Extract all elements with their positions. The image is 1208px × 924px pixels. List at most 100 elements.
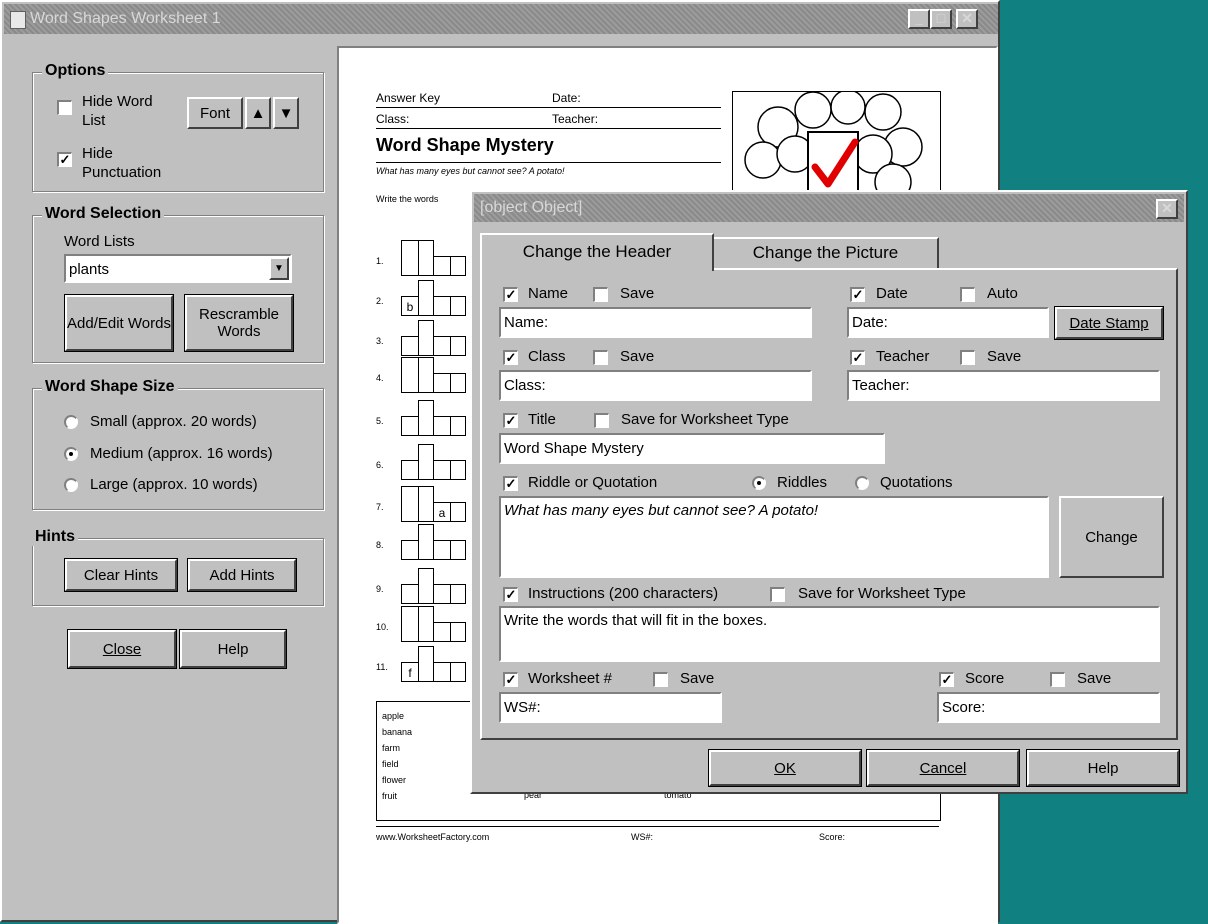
ws-letter-box — [401, 584, 419, 604]
instructions-checkbox[interactable]: ✓ — [503, 587, 518, 602]
hints-legend: Hints — [32, 528, 78, 546]
size-large-radio[interactable] — [64, 478, 78, 492]
size-large-label[interactable]: Large (approx. 10 words) — [90, 476, 258, 494]
teacher-save-label[interactable]: Save — [987, 348, 1021, 366]
ws-letter-box — [433, 296, 451, 316]
title-checkbox[interactable]: ✓ — [503, 413, 518, 428]
date-checkbox[interactable]: ✓ — [850, 287, 865, 302]
score-label[interactable]: Score — [965, 670, 1004, 688]
close-button[interactable]: Close — [67, 629, 177, 669]
cancel-button[interactable]: Cancel — [866, 749, 1020, 787]
add-hints-button[interactable]: Add Hints — [187, 558, 297, 592]
word-lists-label: Word Lists — [64, 233, 135, 250]
name-save-label[interactable]: Save — [620, 285, 654, 303]
riddle-label[interactable]: Riddle or Quotation — [528, 474, 657, 492]
date-label[interactable]: Date — [876, 285, 908, 303]
teacher-field[interactable]: Teacher: — [847, 370, 1160, 401]
score-save-checkbox[interactable] — [1050, 672, 1065, 687]
word-list-select[interactable]: plants ▼ — [64, 254, 292, 283]
score-checkbox[interactable]: ✓ — [939, 672, 954, 687]
worksheet-num-field[interactable]: WS#: — [499, 692, 722, 723]
class-checkbox[interactable]: ✓ — [503, 350, 518, 365]
instructions-save-checkbox[interactable] — [770, 587, 785, 602]
ws-row-number: 1. — [376, 256, 384, 266]
dialog-help-button[interactable]: Help — [1026, 749, 1180, 787]
ws-letter-box — [418, 568, 434, 604]
class-field[interactable]: Class: — [499, 370, 812, 401]
ws-letter-box — [418, 240, 434, 276]
worksheet-num-label[interactable]: Worksheet # — [528, 670, 612, 688]
size-medium-radio[interactable] — [64, 447, 78, 461]
tab-change-picture[interactable]: Change the Picture — [714, 237, 939, 268]
date-stamp-button[interactable]: Date Stamp — [1054, 306, 1164, 340]
instructions-save-label[interactable]: Save for Worksheet Type — [798, 585, 966, 603]
font-button[interactable]: Font — [187, 97, 243, 129]
chevron-down-icon[interactable]: ▼ — [269, 257, 289, 280]
size-small-radio[interactable] — [64, 415, 78, 429]
name-label[interactable]: Name — [528, 285, 568, 303]
maximize-button[interactable]: □ — [930, 9, 952, 29]
class-save-checkbox[interactable] — [593, 350, 608, 365]
ws-line — [376, 128, 721, 129]
title-save-checkbox[interactable] — [594, 413, 609, 428]
ws-row-number: 6. — [376, 460, 384, 470]
close-window-button[interactable]: ✕ — [956, 9, 978, 29]
hide-word-list-label[interactable]: Hide Word List — [82, 92, 172, 130]
date-auto-checkbox[interactable] — [960, 287, 975, 302]
title-save-label[interactable]: Save for Worksheet Type — [621, 411, 789, 429]
worksheet-num-checkbox[interactable]: ✓ — [503, 672, 518, 687]
ws-row-number: 3. — [376, 336, 384, 346]
riddles-radio[interactable] — [752, 476, 766, 490]
score-save-label[interactable]: Save — [1077, 670, 1111, 688]
size-medium-label[interactable]: Medium (approx. 16 words) — [90, 445, 273, 463]
main-titlebar[interactable]: Word Shapes Worksheet 1 _ □ ✕ — [4, 4, 998, 34]
dialog-close-button[interactable]: ✕ — [1156, 199, 1178, 219]
teacher-checkbox[interactable]: ✓ — [850, 350, 865, 365]
tab-change-header[interactable]: Change the Header — [480, 233, 714, 271]
ws-word-list-item: field — [382, 759, 399, 769]
hide-punctuation-label[interactable]: Hide Punctuation — [82, 144, 182, 182]
riddle-checkbox[interactable]: ✓ — [503, 476, 518, 491]
add-edit-words-button[interactable]: Add/Edit Words — [64, 294, 174, 352]
change-riddle-button[interactable]: Change — [1059, 496, 1164, 578]
ok-button[interactable]: OK — [708, 749, 862, 787]
hide-word-list-checkbox[interactable] — [57, 100, 72, 115]
score-field[interactable]: Score: — [937, 692, 1160, 723]
teacher-label[interactable]: Teacher — [876, 348, 929, 366]
riddle-textarea[interactable]: What has many eyes but cannot see? A pot… — [499, 496, 1049, 578]
ws-letter-box — [433, 584, 451, 604]
date-auto-label[interactable]: Auto — [987, 285, 1018, 303]
ws-letter-box — [433, 256, 451, 276]
ws-letter-box — [433, 336, 451, 356]
quotations-label[interactable]: Quotations — [880, 474, 953, 492]
instructions-label[interactable]: Instructions (200 characters) — [528, 585, 718, 603]
instructions-textarea[interactable]: Write the words that will fit in the box… — [499, 606, 1160, 662]
font-down-button[interactable]: ▼ — [273, 97, 299, 129]
name-save-checkbox[interactable] — [593, 287, 608, 302]
size-small-label[interactable]: Small (approx. 20 words) — [90, 413, 257, 431]
date-field[interactable]: Date: — [847, 307, 1049, 338]
dialog-titlebar[interactable]: [object Object] ✕ — [474, 194, 1184, 222]
teacher-save-checkbox[interactable] — [960, 350, 975, 365]
worksheet-num-save-checkbox[interactable] — [653, 672, 668, 687]
class-label[interactable]: Class — [528, 348, 566, 366]
help-button[interactable]: Help — [179, 629, 287, 669]
class-save-label[interactable]: Save — [620, 348, 654, 366]
worksheet-num-save-label[interactable]: Save — [680, 670, 714, 688]
title-field[interactable]: Word Shape Mystery — [499, 433, 885, 464]
riddles-label[interactable]: Riddles — [777, 474, 827, 492]
ws-row-number: 9. — [376, 584, 384, 594]
font-up-button[interactable]: ▲ — [245, 97, 271, 129]
ws-letter-box — [433, 540, 451, 560]
rescramble-words-button[interactable]: Rescramble Words — [184, 294, 294, 352]
title-label[interactable]: Title — [528, 411, 556, 429]
minimize-button[interactable]: _ — [908, 9, 930, 29]
hide-punctuation-checkbox[interactable]: ✓ — [57, 152, 72, 167]
name-checkbox[interactable]: ✓ — [503, 287, 518, 302]
ws-letter-box — [401, 540, 419, 560]
ws-letter-box — [433, 416, 451, 436]
ws-row-number: 2. — [376, 296, 384, 306]
name-field[interactable]: Name: — [499, 307, 812, 338]
clear-hints-button[interactable]: Clear Hints — [64, 558, 178, 592]
quotations-radio[interactable] — [855, 476, 869, 490]
